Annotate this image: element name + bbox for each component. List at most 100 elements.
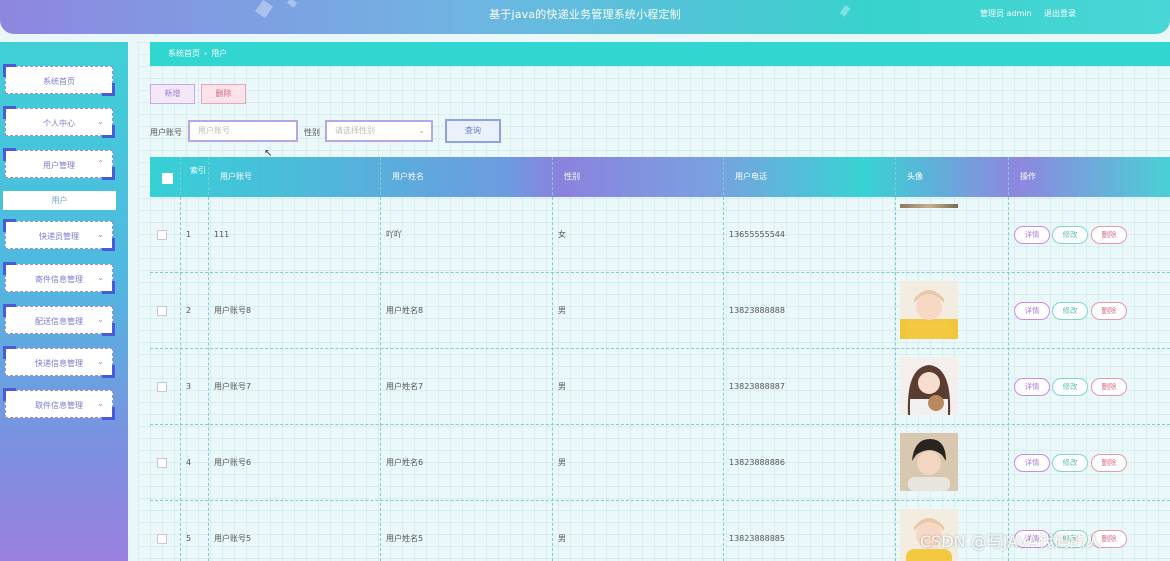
avatar <box>900 433 958 491</box>
sidebar-item-label: 用户管理 <box>43 161 75 170</box>
avatar <box>900 357 958 415</box>
cell-index: 2 <box>186 306 192 315</box>
delete-row-button[interactable]: 删除 <box>1091 378 1127 396</box>
sidebar-item-label: 快递信息管理 <box>35 359 83 368</box>
chevron-down-icon: ⌄ <box>97 315 104 324</box>
cell-name: 用户姓名5 <box>386 534 424 543</box>
sidebar-item-label: 系统首页 <box>43 77 75 86</box>
row-checkbox[interactable] <box>157 382 167 392</box>
header-account: 用户账号 <box>220 172 252 181</box>
sidebar-item-users[interactable]: 用户管理 ⌃ <box>3 148 115 180</box>
breadcrumb-current: 用户 <box>211 49 228 58</box>
delete-button[interactable]: 删除 <box>201 84 246 104</box>
row-checkbox[interactable] <box>157 230 167 240</box>
logout-link[interactable]: 退出登录 <box>1044 8 1076 19</box>
detail-button[interactable]: 详情 <box>1014 302 1050 320</box>
main-content: 系统首页 › 用户 新增 删除 用户账号 用户账号 性别 请选择性别 ⌄ 查询 索引… <box>138 42 1170 561</box>
cell-gender: 男 <box>558 458 566 467</box>
watermark: CSDN @写JAVA代码的人 <box>920 532 1102 551</box>
cell-index: 5 <box>186 534 192 543</box>
cell-name: 用户姓名7 <box>386 382 424 391</box>
table-header: 索引 用户账号 用户姓名 性别 用户电话 头像 操作 <box>150 157 1170 197</box>
add-button[interactable]: 新增 <box>150 84 195 104</box>
breadcrumb-separator: › <box>204 49 208 58</box>
chevron-down-icon: ⌄ <box>97 230 104 239</box>
gender-select-placeholder: 请选择性别 <box>335 126 375 135</box>
edit-button[interactable]: 修改 <box>1052 378 1088 396</box>
cell-index: 4 <box>186 458 192 467</box>
detail-button[interactable]: 详情 <box>1014 454 1050 472</box>
cell-account: 用户账号5 <box>214 534 252 543</box>
header-actions: 操作 <box>1020 172 1036 181</box>
cell-gender: 男 <box>558 382 566 391</box>
cell-index: 3 <box>186 382 192 391</box>
sidebar-item-profile[interactable]: 个人中心 ⌄ <box>3 106 115 138</box>
header-avatar: 头像 <box>907 172 923 181</box>
header-gender: 性别 <box>564 172 580 181</box>
cell-account: 用户账号7 <box>214 382 252 391</box>
edit-button[interactable]: 修改 <box>1052 302 1088 320</box>
row-checkbox[interactable] <box>157 306 167 316</box>
detail-button[interactable]: 详情 <box>1014 378 1050 396</box>
sidebar-item-delivery[interactable]: 配送信息管理 ⌄ <box>3 304 115 336</box>
avatar <box>900 204 958 208</box>
header-phone: 用户电话 <box>735 172 767 181</box>
sidebar-item-label: 寄件信息管理 <box>35 275 83 284</box>
cell-gender: 男 <box>558 306 566 315</box>
sidebar-item-express[interactable]: 快递信息管理 ⌄ <box>3 346 115 378</box>
mouse-cursor-icon: ↖ <box>264 148 273 159</box>
select-all-checkbox[interactable] <box>162 173 173 184</box>
table-row: 3 用户账号7 用户姓名7 男 13823888887 详情 修改 删除 <box>150 349 1170 425</box>
sidebar-item-label: 快递员管理 <box>39 232 79 241</box>
cell-index: 1 <box>186 230 192 239</box>
table-row: 1 111 吖吖 女 13655555544 详情 修改 删除 <box>150 197 1170 273</box>
edit-button[interactable]: 修改 <box>1052 226 1088 244</box>
sidebar-item-label: 取件信息管理 <box>35 401 83 410</box>
edit-button[interactable]: 修改 <box>1052 454 1088 472</box>
cell-gender: 女 <box>558 230 566 239</box>
current-user: 管理员 admin <box>980 9 1032 18</box>
chevron-down-icon: ⌄ <box>97 357 104 366</box>
avatar <box>900 281 958 339</box>
header-index: 索引 <box>190 166 206 175</box>
cell-account: 用户账号8 <box>214 306 252 315</box>
cell-phone: 13823888887 <box>729 382 785 391</box>
sidebar-item-shipments[interactable]: 寄件信息管理 ⌄ <box>3 262 115 294</box>
gender-select[interactable]: 请选择性别 ⌄ <box>325 120 433 142</box>
cell-name: 吖吖 <box>386 230 402 239</box>
cell-phone: 13823888885 <box>729 534 785 543</box>
cell-phone: 13655555544 <box>729 230 785 239</box>
delete-row-button[interactable]: 删除 <box>1091 226 1127 244</box>
table-row: 2 用户账号8 用户姓名8 男 13823888888 详情 修改 删除 <box>150 273 1170 349</box>
cell-phone: 13823888888 <box>729 306 785 315</box>
breadcrumb-home[interactable]: 系统首页 <box>168 49 200 58</box>
row-checkbox[interactable] <box>157 458 167 468</box>
sidebar-item-couriers[interactable]: 快递员管理 ⌄ <box>3 219 115 251</box>
user-table: 索引 用户账号 用户姓名 性别 用户电话 头像 操作 1 111 吖吖 女 13… <box>150 157 1170 561</box>
gender-label: 性别 <box>304 128 320 137</box>
cell-phone: 13823888886 <box>729 458 785 467</box>
sidebar-item-pickup[interactable]: 取件信息管理 ⌄ <box>3 388 115 420</box>
cell-account: 用户账号6 <box>214 458 252 467</box>
row-checkbox[interactable] <box>157 534 167 544</box>
breadcrumb: 系统首页 › 用户 <box>150 42 1170 66</box>
query-button[interactable]: 查询 <box>445 119 501 143</box>
account-label: 用户账号 <box>150 128 182 137</box>
chevron-up-icon: ⌃ <box>97 159 104 168</box>
sidebar-item-label: 配送信息管理 <box>35 317 83 326</box>
account-input[interactable]: 用户账号 <box>188 120 298 142</box>
cell-name: 用户姓名8 <box>386 306 424 315</box>
sidebar-subitem-user[interactable]: 用户 <box>3 191 116 210</box>
chevron-down-icon: ⌄ <box>97 117 104 126</box>
sidebar-item-label: 个人中心 <box>43 119 75 128</box>
chevron-down-icon: ⌄ <box>418 126 425 135</box>
cell-account: 111 <box>214 230 230 239</box>
delete-row-button[interactable]: 删除 <box>1091 302 1127 320</box>
top-header: 基于java的快递业务管理系统小程定制 管理员 admin 退出登录 <box>0 0 1170 34</box>
table-row: 4 用户账号6 用户姓名6 男 13823888886 详情 修改 删除 <box>150 425 1170 501</box>
header-name: 用户姓名 <box>392 172 424 181</box>
delete-row-button[interactable]: 删除 <box>1091 454 1127 472</box>
detail-button[interactable]: 详情 <box>1014 226 1050 244</box>
chevron-down-icon: ⌄ <box>97 273 104 282</box>
sidebar-item-home[interactable]: 系统首页 <box>3 64 115 96</box>
